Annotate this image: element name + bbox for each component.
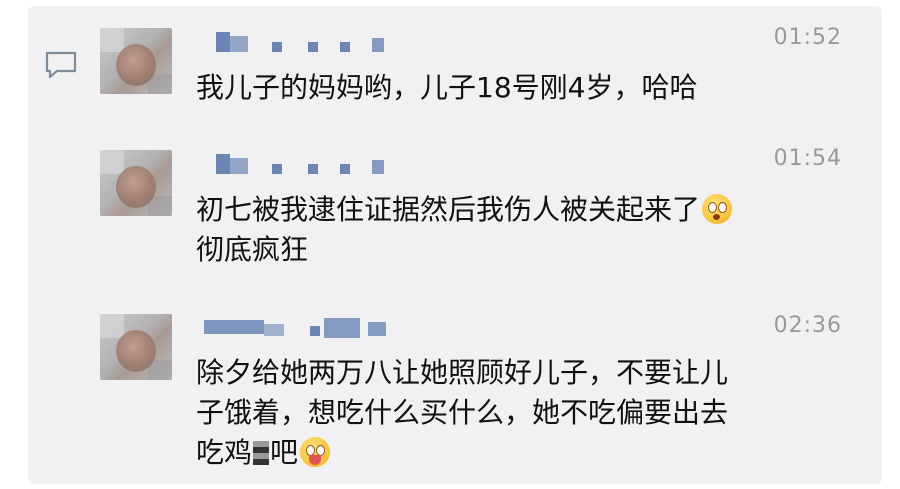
message-text[interactable]: 除夕给她两万八让她照顾好儿子，不要让儿 子饿着，想吃什么买什么，她不吃偏要出去 … — [196, 353, 856, 473]
message-line: 吧 — [270, 436, 299, 469]
message-line: 初七被我逮住证据然后我伤人被关起来了 — [196, 193, 701, 226]
message-line: 我儿子的妈妈哟，儿子18号刚4岁，哈哈 — [196, 71, 698, 104]
flushed-face-icon — [702, 194, 733, 224]
avatar[interactable] — [100, 28, 172, 94]
message-line: 除夕给她两万八让她照顾好儿子，不要让儿 — [196, 356, 729, 389]
message-line: 吃鸡 — [196, 436, 253, 469]
tongue-out-face-icon — [300, 437, 331, 467]
message-time: 01:54 — [773, 146, 842, 171]
message-time: 01:52 — [773, 25, 842, 50]
message-time: 02:36 — [773, 313, 842, 338]
comment-icon[interactable] — [44, 50, 78, 80]
avatar[interactable] — [100, 314, 172, 380]
message-text[interactable]: 初七被我逮住证据然后我伤人被关起来了 彻底疯狂 — [196, 190, 856, 270]
message-text[interactable]: 我儿子的妈妈哟，儿子18号刚4岁，哈哈 — [196, 68, 856, 108]
message-line: 子饿着，想吃什么买什么，她不吃偏要出去 — [196, 396, 729, 429]
censor-block — [253, 441, 270, 465]
avatar[interactable] — [100, 150, 172, 216]
message-line: 彻底疯狂 — [196, 233, 309, 266]
